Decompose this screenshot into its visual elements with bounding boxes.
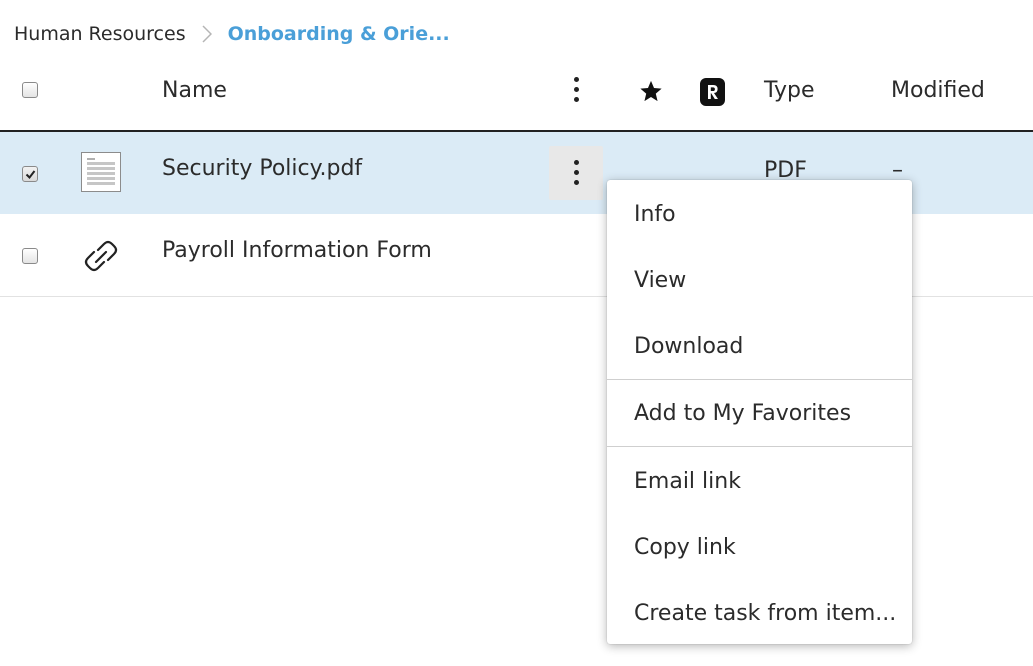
file-name[interactable]: Security Policy.pdf <box>162 156 362 181</box>
table-header: Name Type Modified <box>0 58 1033 132</box>
kebab-icon[interactable] <box>573 77 579 102</box>
row-checkbox[interactable] <box>22 248 38 264</box>
row-actions-button[interactable] <box>549 146 603 200</box>
menu-item-email-link[interactable]: Email link <box>607 451 912 511</box>
link-icon <box>80 236 122 280</box>
menu-item-add-to-favorites[interactable]: Add to My Favorites <box>607 383 912 443</box>
context-menu: Info View Download Add to My Favorites E… <box>607 180 912 644</box>
pdf-document-icon <box>81 152 121 196</box>
menu-item-download[interactable]: Download <box>607 316 912 376</box>
r-badge-icon[interactable] <box>700 78 725 110</box>
select-all-checkbox[interactable] <box>22 82 38 98</box>
menu-item-copy-link[interactable]: Copy link <box>607 517 912 577</box>
menu-divider <box>607 446 912 447</box>
kebab-icon <box>573 160 579 185</box>
menu-item-create-task[interactable]: Create task from item... <box>607 583 912 643</box>
breadcrumb-root-link[interactable]: Human Resources <box>14 23 186 45</box>
breadcrumb-current[interactable]: Onboarding & Orie... <box>228 23 450 45</box>
column-header-name[interactable]: Name <box>162 78 227 103</box>
breadcrumb: Human Resources Onboarding & Orie... <box>14 20 450 48</box>
file-name[interactable]: Payroll Information Form <box>162 238 432 263</box>
chevron-right-icon <box>200 24 214 44</box>
menu-item-view[interactable]: View <box>607 250 912 310</box>
row-checkbox[interactable] <box>22 166 38 182</box>
column-header-type[interactable]: Type <box>764 78 815 103</box>
menu-item-info[interactable]: Info <box>607 184 912 244</box>
menu-divider <box>607 379 912 380</box>
column-header-modified[interactable]: Modified <box>891 78 985 103</box>
star-icon[interactable] <box>638 79 664 108</box>
